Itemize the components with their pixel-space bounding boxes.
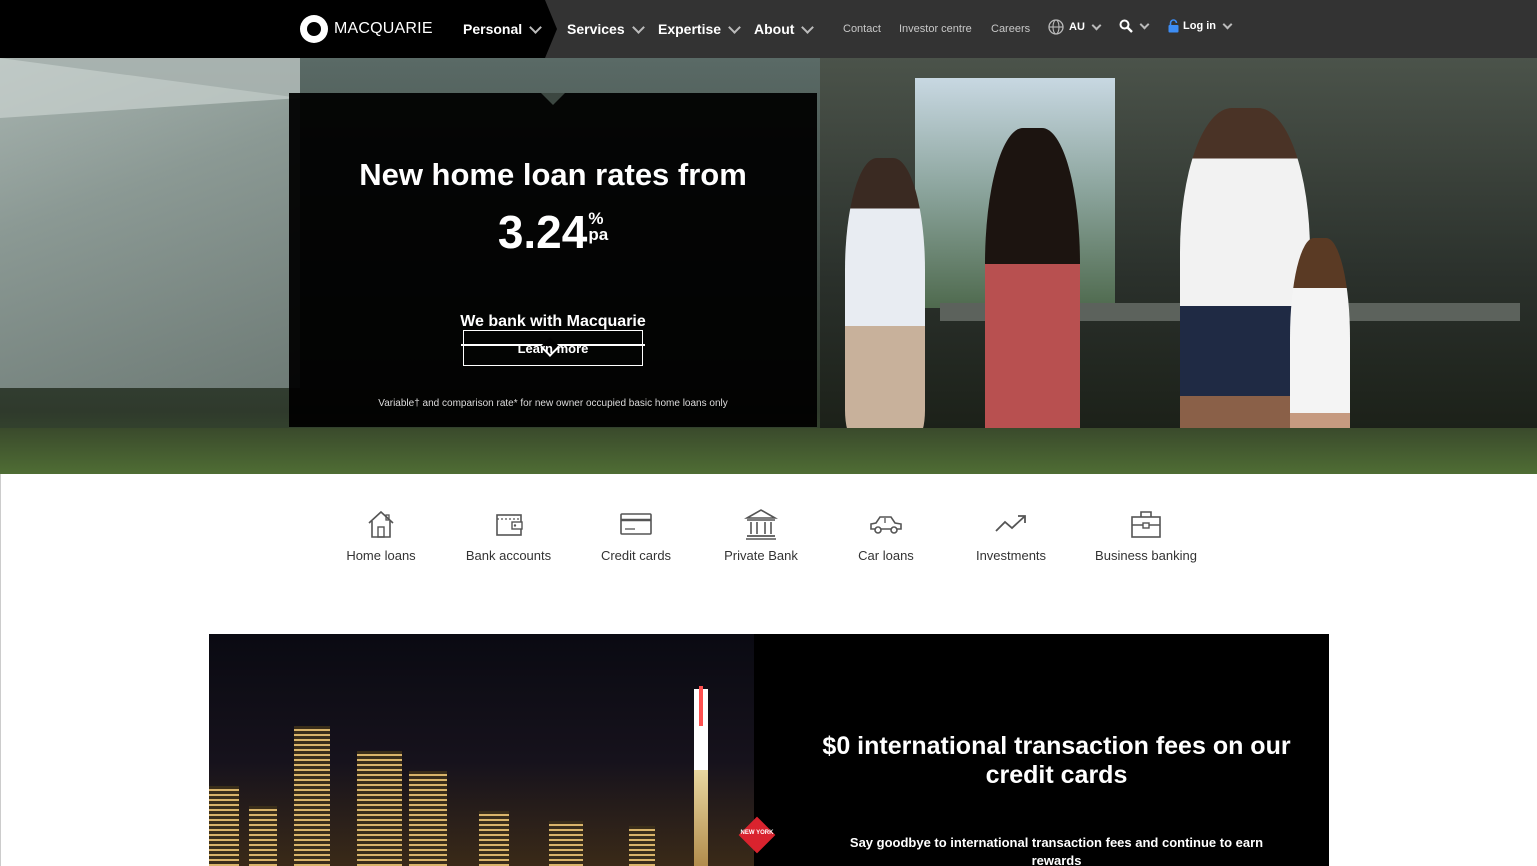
- region-selector[interactable]: AU: [1048, 19, 1102, 35]
- logo-text: MACQUARIE: [334, 20, 433, 37]
- quick-link-car-loans[interactable]: Car loans: [855, 507, 917, 563]
- quick-link-label: Car loans: [858, 548, 914, 563]
- nav-item-expertise[interactable]: Expertise: [658, 20, 741, 37]
- nav-item-label: Personal: [463, 21, 523, 37]
- promo-disclaimer: Variable† and comparison rate* for new o…: [378, 398, 728, 409]
- quick-link-label: Private Bank: [724, 548, 798, 563]
- quick-link-label: Business banking: [1095, 548, 1197, 563]
- promo-notch: [541, 93, 565, 105]
- promo-rate: 3.24% pa: [289, 205, 817, 259]
- nav-link-investor-centre[interactable]: Investor centre: [899, 23, 972, 35]
- quick-link-business-banking[interactable]: Business banking: [1094, 507, 1198, 563]
- credit-card-feature: NEW YORK $0 international transaction fe…: [209, 634, 1329, 866]
- nav-item-about[interactable]: About: [754, 20, 815, 37]
- quick-link-investments[interactable]: Investments: [975, 507, 1047, 563]
- feature-body: Say goodbye to international transaction…: [849, 835, 1264, 866]
- chevron-down-icon: [1139, 19, 1150, 29]
- wallet-icon: [495, 514, 523, 536]
- chevron-down-icon: [529, 20, 543, 34]
- region-label: AU: [1069, 21, 1085, 33]
- feature-photo-new-york-skyline: [209, 634, 754, 866]
- car-icon: [870, 516, 902, 534]
- feature-title: $0 international transaction fees on our…: [822, 732, 1291, 789]
- quick-link-label: Investments: [975, 548, 1047, 563]
- nav-item-label: Services: [567, 21, 625, 37]
- nav-item-label: About: [754, 21, 795, 37]
- quick-link-label: Home loans: [346, 548, 416, 563]
- briefcase-icon: [1131, 511, 1161, 538]
- rate-unit: % pa: [588, 210, 609, 244]
- quick-link-credit-cards[interactable]: Credit cards: [601, 507, 671, 563]
- nav-link-contact[interactable]: Contact: [843, 23, 881, 35]
- chevron-down-icon: [1091, 20, 1102, 30]
- quick-link-bank-accounts[interactable]: Bank accounts: [466, 507, 551, 563]
- rate-value: 3.24: [497, 206, 588, 258]
- chevron-down-icon: [728, 20, 741, 34]
- home-loan-promo: New home loan rates from 3.24% pa We bank…: [289, 93, 817, 427]
- nav-item-label: Expertise: [658, 21, 722, 37]
- logo-mark-icon: [300, 15, 328, 43]
- quick-link-home-loans[interactable]: Home loans: [343, 507, 419, 563]
- credit-card-icon: [620, 513, 652, 535]
- chevron-down-icon: [801, 20, 815, 34]
- search-toggle[interactable]: [1119, 19, 1150, 33]
- chevron-down-icon: [1222, 19, 1233, 29]
- promo-headline: New home loan rates from: [359, 157, 747, 192]
- chevron-down-icon: [631, 20, 645, 34]
- quick-link-private-bank[interactable]: Private Bank: [723, 507, 799, 563]
- hero-photo-lawn: [0, 428, 1537, 474]
- learn-more-button[interactable]: Learn more: [463, 330, 643, 366]
- bank-building-icon: [744, 509, 778, 540]
- quick-link-label: Bank accounts: [465, 548, 552, 563]
- rate-unit-pa: pa: [588, 225, 609, 244]
- trend-up-icon: [995, 515, 1026, 532]
- quick-link-label: Credit cards: [600, 548, 672, 563]
- macquarie-logo[interactable]: MACQUARIE: [300, 15, 433, 43]
- nav-link-careers[interactable]: Careers: [991, 23, 1030, 35]
- globe-icon: [1048, 19, 1064, 35]
- product-quick-links: Home loans Bank accounts Credit cards Pr…: [0, 507, 1537, 577]
- feature-photo-spire: [699, 686, 703, 726]
- search-icon: [1119, 19, 1133, 33]
- nav-item-personal[interactable]: Personal: [463, 20, 543, 37]
- house-icon: [368, 510, 394, 538]
- hero-banner: New home loan rates from 3.24% pa We bank…: [0, 58, 1537, 474]
- hero-photo-mother: [845, 158, 925, 438]
- top-navigation: MACQUARIE Personal Services Expertise Ab…: [0, 0, 1537, 58]
- lock-icon: [1168, 19, 1179, 33]
- nav-item-services[interactable]: Services: [567, 20, 645, 37]
- promo-tagline: We bank with Macquarie: [460, 313, 646, 330]
- hero-photo-girl: [985, 128, 1080, 468]
- login-button[interactable]: Log in: [1168, 19, 1233, 33]
- login-label: Log in: [1183, 20, 1216, 32]
- stamp-label: NEW YORK: [740, 830, 774, 836]
